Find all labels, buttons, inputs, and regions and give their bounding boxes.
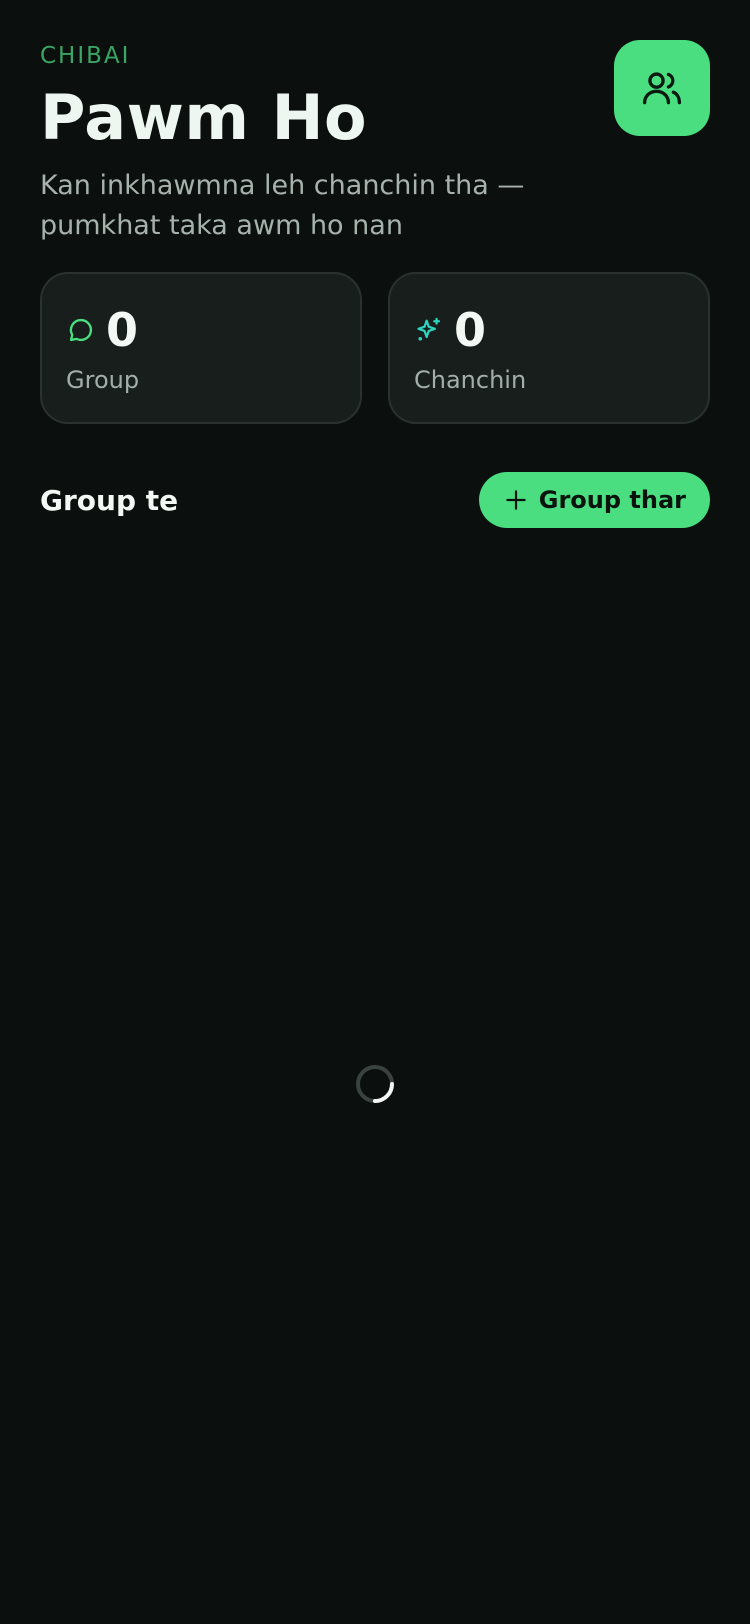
stats-row: 0 Group 0 Chanchin [40,272,710,424]
page-subtitle: Kan inkhawmna leh chanchin tha — pumkhat… [40,170,525,241]
page-kicker: CHIBAI [40,43,131,69]
spinner-icon [356,1065,394,1103]
page-title: Pawm Ho [40,81,368,154]
stat-label-groups: Group [66,366,140,394]
stat-value-groups: 0 [106,303,139,357]
stat-value-chanchin: 0 [454,303,487,357]
members-button[interactable] [614,40,710,136]
plus-icon [506,490,526,510]
chat-bubble-icon [66,315,96,345]
page-header: CHIBAI Pawm Ho Kan inkhawmna leh chanchi… [40,40,600,246]
sparkle-icon [414,315,444,345]
users-icon [642,72,682,105]
add-group-button[interactable]: Group thar [478,472,710,528]
groups-section-header: Group te Group thar [40,472,710,528]
section-title: Group te [40,483,179,517]
stat-label-chanchin: Chanchin [414,366,527,394]
stat-card-groups: 0 Group [40,272,362,424]
stat-card-chanchin: 0 Chanchin [388,272,710,424]
add-group-button-label: Group thar [538,486,686,514]
